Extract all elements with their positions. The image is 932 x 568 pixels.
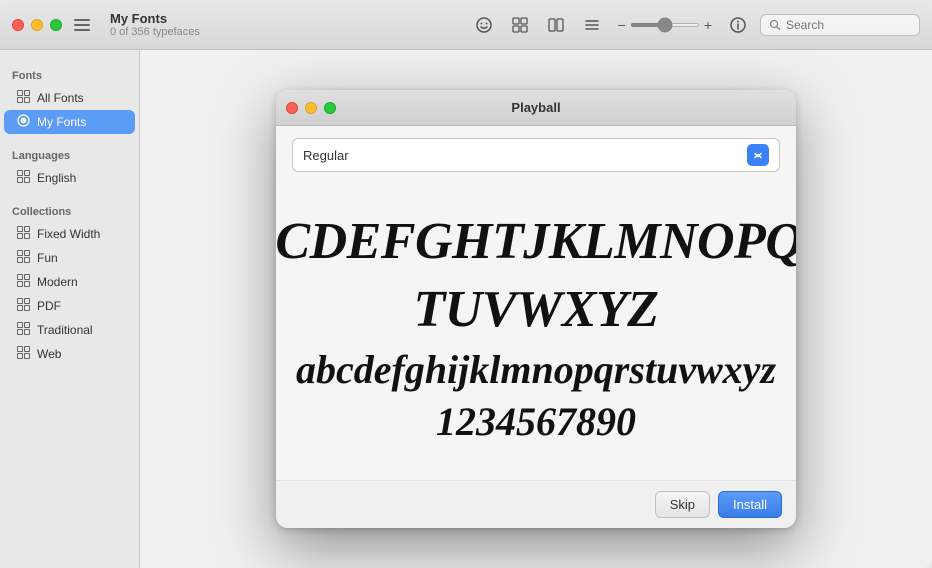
pdf-icon [16,298,30,314]
style-selector[interactable]: Regular [292,138,780,172]
fun-label: Fun [37,251,58,265]
modern-icon [16,274,30,290]
title-bar-center: My Fonts 0 of 356 typefaces [110,11,470,38]
modern-label: Modern [37,275,78,289]
font-preview: ABCDEFGHTJKLMNOPQRS TUVWXYZ abcdefghijkl… [292,188,780,467]
pdf-label: PDF [37,299,61,313]
sidebar-item-traditional[interactable]: Traditional [4,318,135,342]
traditional-label: Traditional [37,323,93,337]
modal-overlay: Playball Regular [140,50,932,568]
preview-uppercase2: TUVWXYZ [276,276,796,344]
sidebar-item-pdf[interactable]: PDF [4,294,135,318]
search-icon [769,19,781,31]
maximize-button[interactable] [50,19,62,31]
window-title: My Fonts [110,11,167,26]
emoji-view-button[interactable] [470,14,498,36]
sidebar-item-all-fonts[interactable]: All Fonts [4,86,135,110]
my-fonts-label: My Fonts [37,115,86,129]
my-fonts-icon [16,114,30,130]
fonts-section-label: Fonts [0,62,139,86]
collections-section-label: Collections [0,198,139,222]
sidebar-item-fun[interactable]: Fun [4,246,135,270]
minimize-button[interactable] [31,19,43,31]
skip-button[interactable]: Skip [655,491,710,518]
slider-decrease-button[interactable]: − [618,18,626,32]
close-button[interactable] [12,19,24,31]
preview-text: ABCDEFGHTJKLMNOPQRS TUVWXYZ abcdefghijkl… [276,208,796,447]
style-selector-label: Regular [303,148,747,163]
all-fonts-icon [16,90,30,106]
search-box[interactable] [760,14,920,36]
grid-view-button[interactable] [506,14,534,36]
sidebar-item-web[interactable]: Web [4,342,135,366]
font-size-slider-container: − + [618,18,712,32]
english-icon [16,170,30,186]
modal-close-button[interactable] [286,102,298,114]
sidebar-item-modern[interactable]: Modern [4,270,135,294]
all-fonts-label: All Fonts [37,91,84,105]
web-label: Web [37,347,61,361]
info-button[interactable] [724,14,752,36]
window-subtitle: 0 of 356 typefaces [110,26,200,38]
list-view-button[interactable] [578,14,606,36]
modal-title-bar: Playball [276,90,796,126]
traffic-lights [12,19,62,31]
preview-uppercase: ABCDEFGHTJKLMNOPQRS [276,208,796,276]
toolbar: − + [470,14,920,36]
font-install-dialog: Playball Regular [276,90,796,527]
traditional-icon [16,322,30,338]
fixed-width-icon [16,226,30,242]
sidebar-item-fixed-width[interactable]: Fixed Width [4,222,135,246]
style-selector-arrow [747,144,769,166]
font-size-slider[interactable] [630,23,700,27]
modal-minimize-button[interactable] [305,102,317,114]
fun-icon [16,250,30,266]
search-input[interactable] [786,18,906,32]
preview-numbers: 1234567890 [276,396,796,448]
english-label: English [37,171,76,185]
sidebar-item-english[interactable]: English [4,166,135,190]
content-area: Playball Regular [140,50,932,568]
modal-title: Playball [511,100,560,115]
app-window: My Fonts 0 of 356 typefaces [0,0,932,568]
preview-lowercase: abcdefghijklmnopqrstuvwxyz [276,344,796,396]
slider-increase-button[interactable]: + [704,18,712,32]
sidebar-item-my-fonts[interactable]: My Fonts [4,110,135,134]
sidebar: Fonts All Fonts [0,50,140,568]
columns-view-button[interactable] [542,14,570,36]
web-icon [16,346,30,362]
sidebar-toggle-button[interactable] [74,19,90,31]
modal-body: Regular ABCDEFGHTJKLMNOPQRS [276,126,796,479]
modal-maximize-button[interactable] [324,102,336,114]
languages-section-label: Languages [0,142,139,166]
fixed-width-label: Fixed Width [37,227,100,241]
title-bar: My Fonts 0 of 356 typefaces [0,0,932,50]
modal-footer: Skip Install [276,480,796,528]
modal-traffic-lights [286,102,336,114]
install-button[interactable]: Install [718,491,782,518]
main-content: Fonts All Fonts [0,50,932,568]
